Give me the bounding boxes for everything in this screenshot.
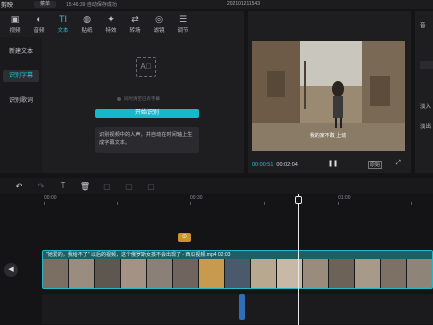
tab-label: 贴纸 <box>81 28 93 34</box>
tab-transition[interactable]: ⇄ 转场 <box>123 11 147 37</box>
clip-thumbnail <box>277 259 303 288</box>
time-ruler[interactable]: 00:00 00:30 01:00 <box>0 194 433 205</box>
fade-in-label: 淡入 <box>420 104 432 110</box>
adjust-icon: ☰ <box>178 14 188 24</box>
playhead[interactable] <box>298 194 299 325</box>
clip-thumbnail <box>407 259 432 288</box>
ruler-tick <box>264 202 265 205</box>
radio-icon[interactable] <box>117 97 121 101</box>
tab-filter[interactable]: ◎ 滤镜 <box>147 11 171 37</box>
tab-sticker[interactable]: ◍ 贴纸 <box>75 11 99 37</box>
video-preview[interactable]: 我的家不敢 上动 <box>252 41 405 151</box>
playhead-handle[interactable] <box>295 196 302 204</box>
video-caption: 我的家不敢 上动 <box>310 132 347 139</box>
subtitle-placeholder-icon: A⃝ <box>136 57 156 77</box>
clip-thumbnail <box>251 259 277 288</box>
split-icon[interactable]: ⟙ <box>52 181 74 191</box>
ruler-tick <box>117 202 118 205</box>
clip-thumbnail <box>121 259 147 288</box>
tab-label: 音频 <box>33 28 45 34</box>
tab-label: 转场 <box>129 28 141 34</box>
ruler-label: 01:00 <box>338 195 351 201</box>
filter-icon: ◎ <box>155 14 163 24</box>
clip-thumbnail <box>355 259 381 288</box>
tab-label: 调节 <box>177 28 189 34</box>
ruler-tick <box>411 202 412 205</box>
clear-existing-option[interactable]: 同时清空已有字幕 <box>117 96 160 102</box>
ruler-tick <box>190 202 191 205</box>
tab-video[interactable]: ▣ 视频 <box>3 11 27 37</box>
fullscreen-icon[interactable]: ⤢ <box>396 160 401 167</box>
mirror-icon[interactable]: ▢ <box>118 182 140 191</box>
track-mute-icon[interactable]: ◀ <box>4 263 18 277</box>
current-time: 00:00:51 <box>252 162 274 168</box>
sidebar-item-recognize-lyrics[interactable]: 识别歌词 <box>3 95 39 107</box>
video-frame: 我的家不敢 上动 <box>252 41 405 151</box>
menu-button[interactable]: 菜单 <box>34 1 56 8</box>
text-sidebar: 新建文本 识别字幕 识别歌词 <box>0 37 42 173</box>
fade-out-label: 淡出 <box>420 124 432 130</box>
clip-title: "她爱的，我给不了" 以后的视频，这个俄罗斯女孩不会出现了 - 西瓜视频.mp4… <box>43 251 432 259</box>
tool-tabs: ▣ 视频 ◐ 音频 TI 文本 ◍ 贴纸 ✦ 特效 ⇄ 转场 ◎ 滤镜 ☰ 调节 <box>0 11 244 37</box>
clip-thumbnail <box>199 259 225 288</box>
cover-marker[interactable]: ⊙ <box>178 233 191 242</box>
top-bar: 剪映 菜单 15:46:39 自动保存成功 202101211543 <box>0 0 433 9</box>
tab-label: 文本 <box>57 28 69 34</box>
clip-thumbnail <box>303 259 329 288</box>
transition-icon: ⇄ <box>131 14 139 24</box>
crop-icon[interactable]: ▢ <box>140 182 162 191</box>
clear-option-label: 同时清空已有字幕 <box>124 96 160 101</box>
clip-thumbnail <box>329 259 355 288</box>
tab-label: 特效 <box>105 28 117 34</box>
tab-effects[interactable]: ✦ 特效 <box>99 11 123 37</box>
video-clip[interactable]: "她爱的，我给不了" 以后的视频，这个俄罗斯女孩不会出现了 - 西瓜视频.mp4… <box>42 250 433 289</box>
clip-thumbnail <box>147 259 173 288</box>
sidebar-item-recognize-subtitles[interactable]: 识别字幕 <box>3 70 39 82</box>
clip-thumbnail <box>95 259 121 288</box>
tab-adjust[interactable]: ☰ 调节 <box>171 11 195 37</box>
freeze-icon[interactable]: ▢ <box>96 182 118 191</box>
property-field[interactable] <box>420 61 433 69</box>
tab-text[interactable]: TI 文本 <box>51 11 75 37</box>
clip-thumbnail <box>173 259 199 288</box>
sidebar-item-new-text[interactable]: 新建文本 <box>3 46 39 58</box>
audio-clip[interactable] <box>239 294 245 320</box>
redo-icon[interactable]: ↷ <box>30 182 52 191</box>
audio-properties-panel: 音 淡入 淡出 <box>415 11 433 173</box>
pause-icon[interactable]: ❚❚ <box>328 160 338 167</box>
sticker-icon: ◍ <box>83 14 91 24</box>
start-recognition-button[interactable]: 开始识别 <box>95 109 199 118</box>
tab-label: 滤镜 <box>153 28 165 34</box>
clip-thumbnail <box>225 259 251 288</box>
tab-audio[interactable]: ◐ 音频 <box>27 11 51 37</box>
total-time: 00:02:04 <box>276 162 298 168</box>
clip-thumbnail <box>381 259 407 288</box>
text-icon: TI <box>59 14 67 24</box>
audio-track[interactable] <box>42 294 433 324</box>
effects-icon: ✦ <box>107 14 115 24</box>
ruler-tick <box>44 202 45 205</box>
preview-panel: 我的家不敢 上动 00:00:51 00:02:04 ❚❚ 原始 ⤢ <box>248 11 411 173</box>
recognition-description: 识别视频中的人声，并自动在时间轴上生成字幕文本。 <box>95 127 199 153</box>
ruler-label: 00:00 <box>44 195 57 201</box>
project-title: 202101211543 <box>227 1 260 7</box>
property-label: 音 <box>420 23 426 29</box>
clip-thumbnails <box>43 259 432 288</box>
app-logo: 剪映 <box>1 3 14 9</box>
ruler-label: 00:30 <box>190 195 203 201</box>
clip-thumbnail <box>43 259 69 288</box>
autosave-status: 15:46:39 自动保存成功 <box>66 2 117 8</box>
timeline[interactable]: 00:00 00:30 01:00 ⊙ ◀ "她爱的，我给不了" 以后的视频，这… <box>0 194 433 325</box>
audio-icon: ◐ <box>36 14 42 24</box>
original-ratio-button[interactable]: 原始 <box>368 161 383 169</box>
subtitle-panel: A⃝ 同时清空已有字幕 开始识别 识别视频中的人声，并自动在时间轴上生成字幕文本… <box>42 37 244 173</box>
ruler-tick <box>338 202 339 205</box>
video-icon: ▣ <box>10 14 20 24</box>
undo-icon[interactable]: ↶ <box>8 182 30 191</box>
playback-bar: 00:00:51 00:02:04 ❚❚ 原始 ⤢ <box>252 160 407 170</box>
timeline-toolbar: ↶ ↷ ⟙ 🗑 ▢ ▢ ▢ <box>0 178 433 194</box>
delete-icon[interactable]: 🗑 <box>74 182 96 191</box>
tab-label: 视频 <box>9 28 21 34</box>
clip-thumbnail <box>69 259 95 288</box>
